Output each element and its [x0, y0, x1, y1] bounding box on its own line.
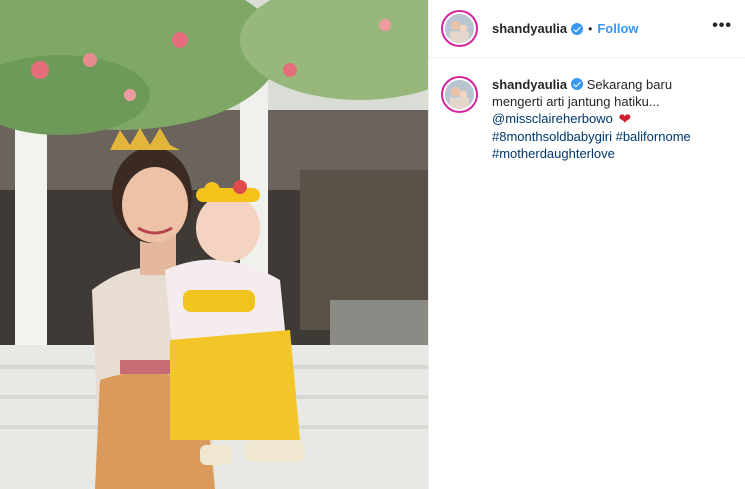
header-username[interactable]: shandyaulia: [492, 21, 567, 36]
post-photo[interactable]: [0, 0, 428, 489]
avatar-image: [445, 14, 474, 43]
caption-text: shandyaulia Sekarang baru mengerti arti …: [492, 76, 732, 162]
instagram-post: shandyaulia • Follow ••• shandyaulia Sek…: [0, 0, 745, 489]
hashtag-link[interactable]: #8monthsoldbabygiri: [492, 129, 612, 144]
post-header: shandyaulia • Follow •••: [429, 0, 745, 58]
caption-line-2: mengerti arti jantung hatiku...: [492, 94, 660, 109]
hashtag-link[interactable]: #balifornome: [616, 129, 691, 144]
hashtag-link[interactable]: #motherdaughterlove: [492, 146, 615, 161]
caption-avatar[interactable]: [441, 76, 478, 113]
caption-avatar-image: [445, 80, 474, 109]
post-side-panel: shandyaulia • Follow ••• shandyaulia Sek…: [428, 0, 745, 489]
verified-badge-icon: [571, 78, 584, 90]
caption-comment: shandyaulia Sekarang baru mengerti arti …: [441, 76, 741, 162]
verified-badge-icon: [571, 22, 584, 35]
caption-line-1: Sekarang baru: [586, 77, 673, 92]
caption-username[interactable]: shandyaulia: [492, 77, 567, 92]
follow-button[interactable]: Follow: [597, 21, 638, 36]
caption-mention[interactable]: @missclaireherbowo: [492, 111, 613, 126]
mother-and-baby-photo: [0, 0, 428, 489]
heart-emoji-icon: ❤: [618, 111, 632, 128]
more-options-icon[interactable]: •••: [712, 18, 732, 34]
profile-avatar[interactable]: [441, 10, 478, 47]
header-separator: •: [588, 21, 593, 36]
